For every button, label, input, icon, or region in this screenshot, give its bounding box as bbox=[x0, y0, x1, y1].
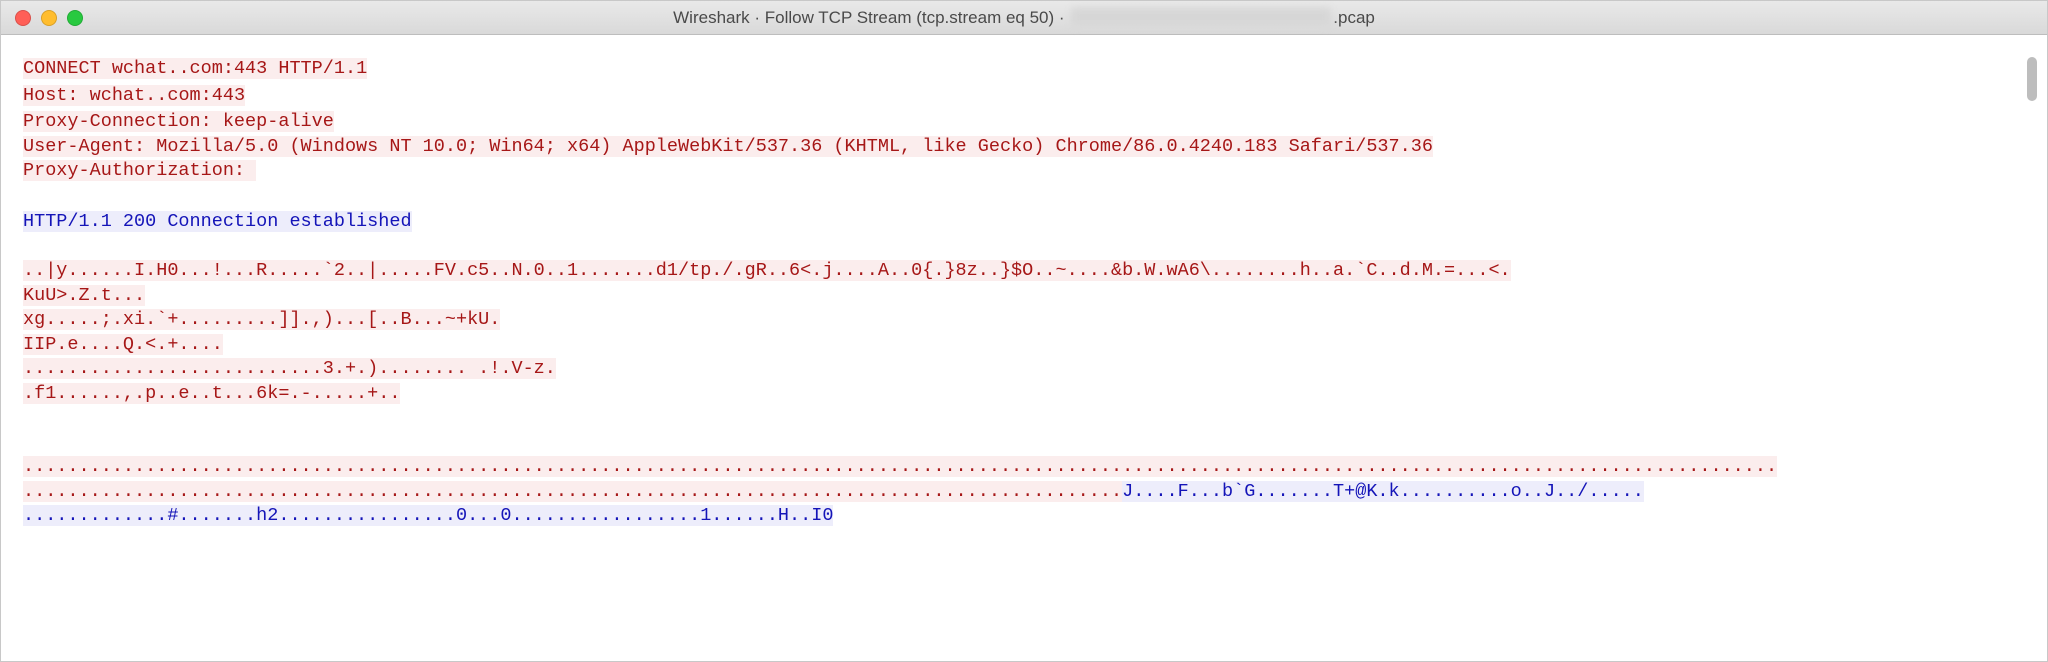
window-title: Wireshark · Follow TCP Stream (tcp.strea… bbox=[1, 8, 2047, 28]
title-file-ext: .pcap bbox=[1333, 8, 1375, 27]
stream-text: CONNECT wchat..com:443 HTTP/1.1 Host: wc… bbox=[5, 39, 2041, 537]
stream-view[interactable]: CONNECT wchat..com:443 HTTP/1.1 Host: wc… bbox=[5, 39, 2041, 655]
client-line: Proxy-Connection: keep-alive bbox=[23, 111, 334, 132]
app-window: Wireshark · Follow TCP Stream (tcp.strea… bbox=[0, 0, 2048, 662]
titlebar: Wireshark · Follow TCP Stream (tcp.strea… bbox=[1, 1, 2047, 35]
client-binary-line: ...........................3.+.)........… bbox=[23, 358, 556, 379]
title-app: Wireshark bbox=[673, 8, 750, 27]
title-filename-redacted bbox=[1071, 8, 1331, 26]
server-line: HTTP/1.1 200 Connection established bbox=[23, 211, 412, 232]
client-binary-line: .f1......,.p..e..t...6k=.-.....+.. bbox=[23, 383, 400, 404]
window-controls bbox=[15, 10, 83, 26]
client-line: CONNECT wchat..com:443 HTTP/1.1 bbox=[23, 58, 367, 79]
title-follow: Follow TCP Stream (tcp.stream eq 50) bbox=[765, 8, 1054, 27]
close-button[interactable] bbox=[15, 10, 31, 26]
client-line: Proxy-Authorization: bbox=[23, 160, 256, 181]
client-binary-line: KuU>.Z.t... bbox=[23, 285, 145, 306]
mixed-binary-line: ........................................… bbox=[23, 481, 1644, 502]
client-line: User-Agent: Mozilla/5.0 (Windows NT 10.0… bbox=[23, 136, 1433, 157]
minimize-button[interactable] bbox=[41, 10, 57, 26]
client-binary-line: xg.....;.xi.`+.........]].,)...[..B...~+… bbox=[23, 309, 500, 330]
server-binary-line: .............#.......h2................0… bbox=[23, 505, 833, 526]
client-binary-line: ........................................… bbox=[23, 456, 1777, 477]
client-line: Host: wchat..com:443 bbox=[23, 85, 245, 106]
content-area: CONNECT wchat..com:443 HTTP/1.1 Host: wc… bbox=[1, 35, 2047, 661]
maximize-button[interactable] bbox=[67, 10, 83, 26]
scrollbar-thumb[interactable] bbox=[2027, 57, 2037, 101]
client-binary-line: IIP.e....Q.<.+.... bbox=[23, 334, 223, 355]
client-binary-line: ..|y......I.H0...!...R.....`2..|.....FV.… bbox=[23, 260, 1511, 281]
